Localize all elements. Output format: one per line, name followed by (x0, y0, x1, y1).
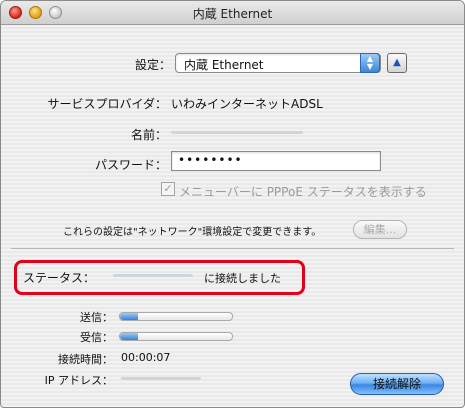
name-value-redacted (171, 131, 303, 134)
connect-time-value: 00:00:07 (121, 351, 171, 364)
received-meter-fill (120, 333, 138, 340)
sent-meter-fill (120, 313, 138, 320)
edit-button[interactable]: 編集... (353, 220, 407, 239)
checkmark-icon: ✓ (163, 182, 173, 195)
popup-arrows-icon: ▲ ▼ (360, 53, 380, 73)
received-meter (119, 332, 233, 341)
menubar-status-checkbox[interactable]: ✓ (161, 182, 175, 196)
menubar-status-label: メニューバーに PPPoE ステータスを表示する (179, 185, 427, 199)
sent-meter (119, 312, 233, 321)
window-title: 内蔵 Ethernet (192, 7, 273, 21)
received-label: 受信： (80, 331, 113, 344)
connect-time-label: 接続時間： (58, 353, 113, 366)
title-bar[interactable]: 内蔵 Ethernet (1, 1, 464, 25)
eject-icon[interactable]: ▲ (387, 53, 407, 73)
ppp-window: 内蔵 Ethernet 設定： 内蔵 Ethernet ▲ ▼ ▲ サービスプロバ… (0, 0, 465, 408)
provider-label: サービスプロバイダ： (47, 97, 167, 111)
ip-label: IP アドレス： (44, 374, 113, 387)
password-field[interactable]: •••••••• (171, 151, 381, 171)
provider-value: いわみインターネットADSL (171, 97, 323, 111)
section-divider (11, 248, 454, 249)
settings-popup[interactable]: 内蔵 Ethernet ▲ ▼ (175, 53, 381, 73)
ip-value-redacted (121, 377, 201, 380)
password-value: •••••••• (178, 153, 243, 167)
settings-popup-value: 内蔵 Ethernet (184, 58, 264, 72)
name-label: 名前： (130, 128, 167, 142)
settings-label: 設定： (134, 58, 171, 72)
settings-note: これらの設定は"ネットワーク"環境設定で変更できます。 (63, 227, 322, 238)
disconnect-button[interactable]: 接続解除 (350, 373, 444, 395)
password-label: パスワード： (94, 158, 167, 172)
sent-label: 送信： (80, 311, 113, 324)
status-highlight (14, 260, 305, 295)
